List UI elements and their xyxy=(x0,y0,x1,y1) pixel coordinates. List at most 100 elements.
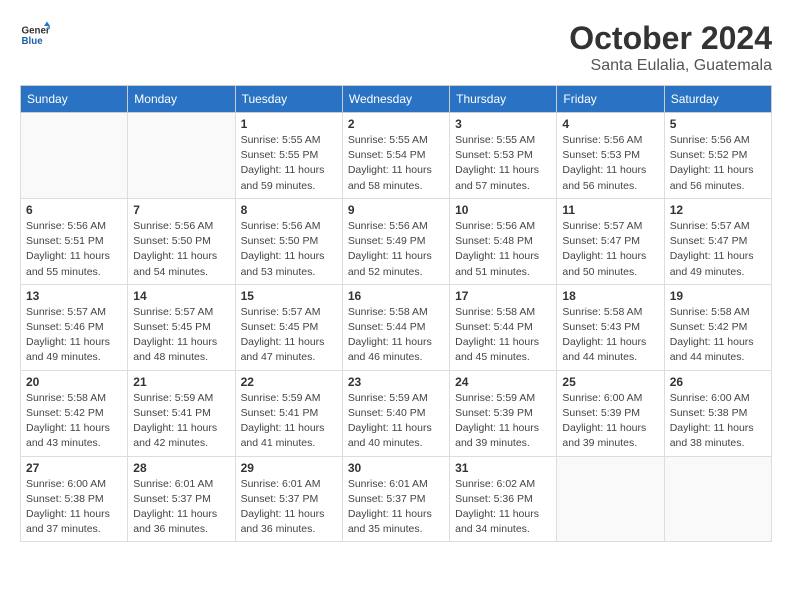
day-info: Sunrise: 5:59 AMSunset: 5:41 PMDaylight:… xyxy=(133,391,229,452)
calendar-week-row: 13 Sunrise: 5:57 AMSunset: 5:46 PMDayligh… xyxy=(21,284,772,370)
day-info: Sunrise: 5:55 AMSunset: 5:54 PMDaylight:… xyxy=(348,133,444,194)
day-number: 24 xyxy=(455,375,551,389)
day-info: Sunrise: 5:59 AMSunset: 5:41 PMDaylight:… xyxy=(241,391,337,452)
calendar-cell: 10 Sunrise: 5:56 AMSunset: 5:48 PMDayligh… xyxy=(450,198,557,284)
day-number: 6 xyxy=(26,203,122,217)
day-info: Sunrise: 5:57 AMSunset: 5:45 PMDaylight:… xyxy=(241,305,337,366)
calendar-week-row: 27 Sunrise: 6:00 AMSunset: 5:38 PMDayligh… xyxy=(21,456,772,542)
calendar-cell: 31Sunrise: 6:02 AMSunset: 5:36 PMDayligh… xyxy=(450,456,557,542)
day-info: Sunrise: 5:57 AMSunset: 5:47 PMDaylight:… xyxy=(670,219,766,280)
day-info: Sunrise: 5:57 AMSunset: 5:45 PMDaylight:… xyxy=(133,305,229,366)
day-number: 9 xyxy=(348,203,444,217)
calendar-cell: 15Sunrise: 5:57 AMSunset: 5:45 PMDayligh… xyxy=(235,284,342,370)
calendar-cell: 25Sunrise: 6:00 AMSunset: 5:39 PMDayligh… xyxy=(557,370,664,456)
calendar-cell xyxy=(557,456,664,542)
calendar-cell: 16Sunrise: 5:58 AMSunset: 5:44 PMDayligh… xyxy=(342,284,449,370)
day-of-week-header: Saturday xyxy=(664,86,771,113)
day-of-week-header: Tuesday xyxy=(235,86,342,113)
location: Santa Eulalia, Guatemala xyxy=(569,57,772,75)
calendar-cell: 26 Sunrise: 6:00 AMSunset: 5:38 PMDayligh… xyxy=(664,370,771,456)
logo-icon: General Blue xyxy=(20,20,50,50)
day-number: 3 xyxy=(455,117,551,131)
day-number: 19 xyxy=(670,289,766,303)
calendar-header-row: SundayMondayTuesdayWednesdayThursdayFrid… xyxy=(21,86,772,113)
day-info: Sunrise: 5:56 AMSunset: 5:50 PMDaylight:… xyxy=(241,219,337,280)
calendar-cell: 28 Sunrise: 6:01 AMSunset: 5:37 PMDayligh… xyxy=(128,456,235,542)
day-info: Sunrise: 5:55 AMSunset: 5:53 PMDaylight:… xyxy=(455,133,551,194)
svg-text:General: General xyxy=(22,26,51,37)
day-info: Sunrise: 6:01 AMSunset: 5:37 PMDaylight:… xyxy=(241,477,337,538)
day-info: Sunrise: 5:57 AMSunset: 5:47 PMDaylight:… xyxy=(562,219,658,280)
day-number: 26 xyxy=(670,375,766,389)
day-info: Sunrise: 5:56 AMSunset: 5:50 PMDaylight:… xyxy=(133,219,229,280)
day-info: Sunrise: 5:56 AMSunset: 5:51 PMDaylight:… xyxy=(26,219,122,280)
calendar-cell: 20Sunrise: 5:58 AMSunset: 5:42 PMDayligh… xyxy=(21,370,128,456)
calendar-week-row: 20Sunrise: 5:58 AMSunset: 5:42 PMDayligh… xyxy=(21,370,772,456)
day-number: 2 xyxy=(348,117,444,131)
day-info: Sunrise: 6:01 AMSunset: 5:37 PMDaylight:… xyxy=(133,477,229,538)
day-number: 16 xyxy=(348,289,444,303)
calendar-cell: 2 Sunrise: 5:55 AMSunset: 5:54 PMDaylight… xyxy=(342,113,449,199)
day-info: Sunrise: 5:58 AMSunset: 5:42 PMDaylight:… xyxy=(26,391,122,452)
day-number: 4 xyxy=(562,117,658,131)
day-info: Sunrise: 5:56 AMSunset: 5:48 PMDaylight:… xyxy=(455,219,551,280)
day-of-week-header: Friday xyxy=(557,86,664,113)
day-number: 21 xyxy=(133,375,229,389)
day-number: 5 xyxy=(670,117,766,131)
calendar-cell xyxy=(664,456,771,542)
day-info: Sunrise: 5:58 AMSunset: 5:44 PMDaylight:… xyxy=(455,305,551,366)
day-of-week-header: Monday xyxy=(128,86,235,113)
calendar-cell: 4Sunrise: 5:56 AMSunset: 5:53 PMDaylight… xyxy=(557,113,664,199)
day-number: 1 xyxy=(241,117,337,131)
day-number: 17 xyxy=(455,289,551,303)
calendar-cell: 3 Sunrise: 5:55 AMSunset: 5:53 PMDaylight… xyxy=(450,113,557,199)
day-info: Sunrise: 6:00 AMSunset: 5:38 PMDaylight:… xyxy=(26,477,122,538)
day-number: 28 xyxy=(133,461,229,475)
calendar-cell: 29 Sunrise: 6:01 AMSunset: 5:37 PMDayligh… xyxy=(235,456,342,542)
day-number: 23 xyxy=(348,375,444,389)
day-of-week-header: Sunday xyxy=(21,86,128,113)
day-number: 29 xyxy=(241,461,337,475)
calendar-cell: 30 Sunrise: 6:01 AMSunset: 5:37 PMDayligh… xyxy=(342,456,449,542)
day-number: 8 xyxy=(241,203,337,217)
calendar-cell: 24Sunrise: 5:59 AMSunset: 5:39 PMDayligh… xyxy=(450,370,557,456)
calendar-cell xyxy=(21,113,128,199)
day-info: Sunrise: 6:00 AMSunset: 5:38 PMDaylight:… xyxy=(670,391,766,452)
title-block: October 2024 Santa Eulalia, Guatemala xyxy=(569,20,772,75)
calendar-table: SundayMondayTuesdayWednesdayThursdayFrid… xyxy=(20,85,772,542)
day-info: Sunrise: 6:01 AMSunset: 5:37 PMDaylight:… xyxy=(348,477,444,538)
calendar-cell: 19 Sunrise: 5:58 AMSunset: 5:42 PMDayligh… xyxy=(664,284,771,370)
day-number: 25 xyxy=(562,375,658,389)
calendar-cell: 1 Sunrise: 5:55 AMSunset: 5:55 PMDaylight… xyxy=(235,113,342,199)
day-info: Sunrise: 5:55 AMSunset: 5:55 PMDaylight:… xyxy=(241,133,337,194)
day-number: 14 xyxy=(133,289,229,303)
calendar-cell: 27 Sunrise: 6:00 AMSunset: 5:38 PMDayligh… xyxy=(21,456,128,542)
day-number: 13 xyxy=(26,289,122,303)
day-of-week-header: Wednesday xyxy=(342,86,449,113)
day-number: 30 xyxy=(348,461,444,475)
calendar-cell: 13 Sunrise: 5:57 AMSunset: 5:46 PMDayligh… xyxy=(21,284,128,370)
calendar-cell: 21 Sunrise: 5:59 AMSunset: 5:41 PMDayligh… xyxy=(128,370,235,456)
calendar-cell: 17 Sunrise: 5:58 AMSunset: 5:44 PMDayligh… xyxy=(450,284,557,370)
calendar-cell: 18Sunrise: 5:58 AMSunset: 5:43 PMDayligh… xyxy=(557,284,664,370)
calendar-cell: 8 Sunrise: 5:56 AMSunset: 5:50 PMDaylight… xyxy=(235,198,342,284)
calendar-cell: 9Sunrise: 5:56 AMSunset: 5:49 PMDaylight… xyxy=(342,198,449,284)
logo: General Blue xyxy=(20,20,50,50)
day-info: Sunrise: 5:58 AMSunset: 5:42 PMDaylight:… xyxy=(670,305,766,366)
calendar-cell: 6 Sunrise: 5:56 AMSunset: 5:51 PMDaylight… xyxy=(21,198,128,284)
svg-text:Blue: Blue xyxy=(22,36,44,47)
calendar-cell: 11Sunrise: 5:57 AMSunset: 5:47 PMDayligh… xyxy=(557,198,664,284)
day-number: 18 xyxy=(562,289,658,303)
day-number: 7 xyxy=(133,203,229,217)
day-number: 12 xyxy=(670,203,766,217)
day-number: 27 xyxy=(26,461,122,475)
calendar-cell: 12 Sunrise: 5:57 AMSunset: 5:47 PMDayligh… xyxy=(664,198,771,284)
day-number: 31 xyxy=(455,461,551,475)
day-number: 10 xyxy=(455,203,551,217)
calendar-cell: 7 Sunrise: 5:56 AMSunset: 5:50 PMDaylight… xyxy=(128,198,235,284)
day-number: 22 xyxy=(241,375,337,389)
day-info: Sunrise: 5:59 AMSunset: 5:40 PMDaylight:… xyxy=(348,391,444,452)
day-info: Sunrise: 5:57 AMSunset: 5:46 PMDaylight:… xyxy=(26,305,122,366)
calendar-cell: 5Sunrise: 5:56 AMSunset: 5:52 PMDaylight… xyxy=(664,113,771,199)
page-header: General Blue October 2024 Santa Eulalia,… xyxy=(20,20,772,75)
